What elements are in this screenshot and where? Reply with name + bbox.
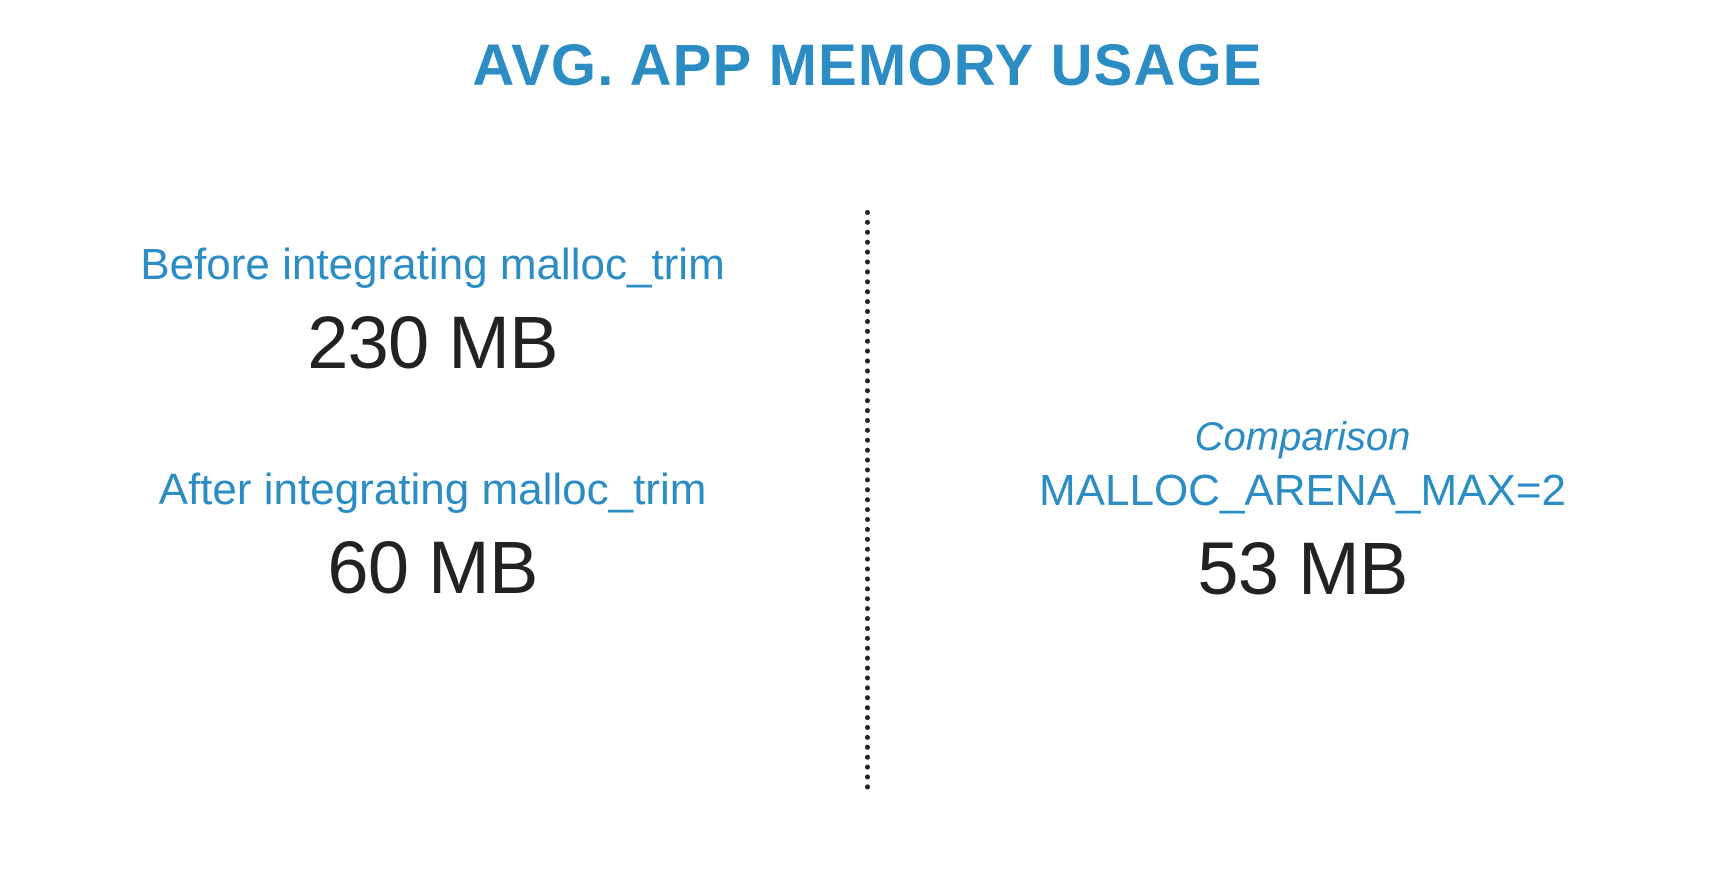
comparison-value: 53 MB [1039, 526, 1566, 611]
after-block: After integrating malloc_trim 60 MB [159, 465, 707, 610]
page-title: AVG. APP MEMORY USAGE [0, 0, 1735, 99]
before-block: Before integrating malloc_trim 230 MB [140, 240, 724, 385]
left-column: Before integrating malloc_trim 230 MB Af… [0, 210, 865, 876]
content-area: Before integrating malloc_trim 230 MB Af… [0, 210, 1735, 876]
before-label: Before integrating malloc_trim [140, 240, 724, 290]
comparison-label: Comparison [1039, 415, 1566, 460]
comparison-sublabel: MALLOC_ARENA_MAX=2 [1039, 466, 1566, 516]
before-value: 230 MB [140, 300, 724, 385]
after-value: 60 MB [159, 525, 707, 610]
after-label: After integrating malloc_trim [159, 465, 707, 515]
right-column: Comparison MALLOC_ARENA_MAX=2 53 MB [870, 210, 1735, 876]
comparison-block: Comparison MALLOC_ARENA_MAX=2 53 MB [1039, 415, 1566, 611]
